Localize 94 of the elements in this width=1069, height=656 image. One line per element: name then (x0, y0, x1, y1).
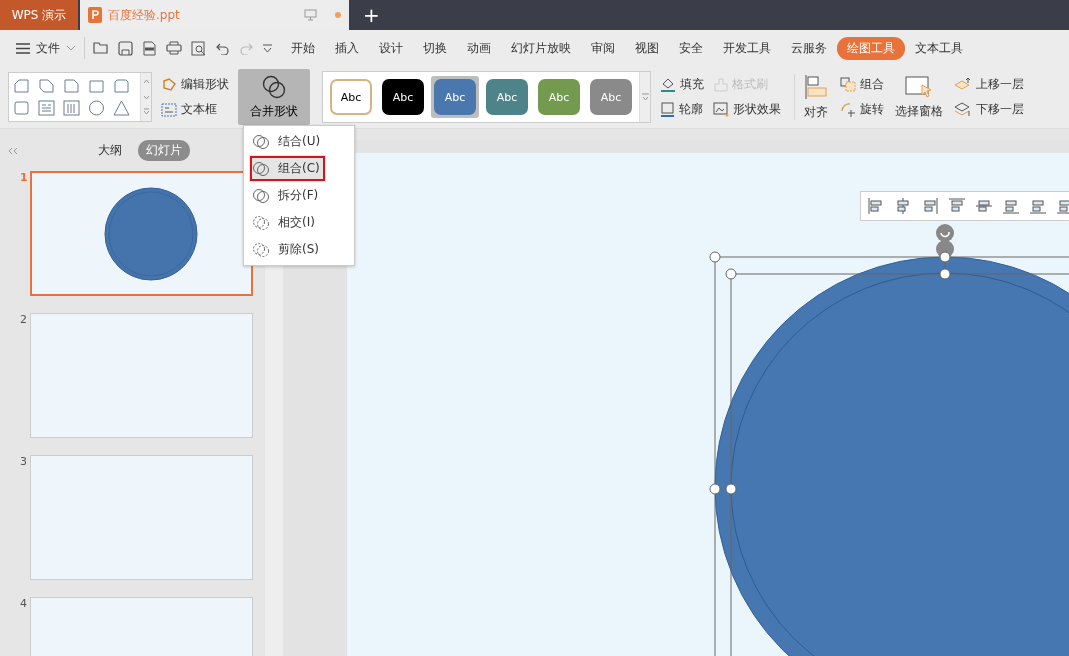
send-backward-button[interactable]: 下移一层 (951, 99, 1027, 120)
ribbon-tab[interactable]: 安全 (669, 36, 713, 60)
shape-icon[interactable] (13, 78, 30, 94)
rotate-icon (840, 102, 856, 117)
open-folder-icon[interactable] (93, 41, 109, 55)
ribbon-tab[interactable]: 开始 (281, 36, 325, 60)
align-icon[interactable] (867, 197, 885, 215)
pdf-export-icon[interactable] (142, 40, 157, 56)
overlapping-circles-icon (261, 74, 287, 99)
menu-item[interactable]: 拆分(F) (244, 182, 354, 209)
rotate-button[interactable]: 旋转 (837, 99, 887, 120)
circle-icon[interactable] (88, 100, 105, 116)
bring-forward-button[interactable]: 上移一层 (951, 74, 1027, 95)
undo-icon[interactable] (216, 41, 230, 55)
resize-handle[interactable] (725, 483, 737, 495)
brush-icon (714, 77, 728, 92)
shape-icon[interactable] (113, 78, 130, 94)
group-icon (840, 77, 856, 92)
image-icon (713, 102, 729, 117)
menu-item[interactable]: 剪除(S) (244, 236, 354, 263)
file-menu-label: 文件 (36, 39, 60, 57)
ribbon-tab[interactable]: 插入 (325, 36, 369, 60)
ribbon-tab[interactable]: 文本工具 (905, 36, 973, 60)
customize-icon[interactable] (262, 43, 273, 53)
selection-pane-button[interactable]: 选择窗格 (893, 74, 945, 120)
slide-number: 2 (20, 313, 24, 328)
menu-item[interactable]: 相交(I) (244, 209, 354, 236)
group-button[interactable]: 组合 (837, 74, 887, 95)
align-icon[interactable] (948, 197, 966, 215)
shape-points-icon (161, 77, 177, 92)
ribbon-tab[interactable]: 开发工具 (713, 36, 781, 60)
view-tab[interactable]: 大纲 (90, 140, 130, 161)
ribbon-tab[interactable]: 云服务 (781, 36, 837, 60)
triangle-icon[interactable] (113, 100, 130, 116)
ribbon-tab[interactable]: 设计 (369, 36, 413, 60)
ribbon-tab[interactable]: 切换 (413, 36, 457, 60)
slide-number: 3 (20, 455, 24, 470)
align-icon[interactable] (975, 197, 993, 215)
dashed-circles-icon (252, 241, 270, 258)
resize-handle[interactable] (939, 268, 951, 280)
text-box-button[interactable]: 文本框 (158, 99, 232, 120)
print-preview-icon[interactable] (191, 40, 207, 56)
more-icon (641, 92, 649, 102)
dashed-circles-icon (252, 214, 270, 231)
outline-button[interactable]: 轮廓 (657, 99, 706, 120)
slide-thumbnail[interactable] (30, 313, 253, 438)
ribbon-tab[interactable]: 审阅 (581, 36, 625, 60)
chevron-down-icon (66, 45, 76, 51)
shape-icon[interactable] (63, 78, 80, 94)
slide-thumbnail[interactable] (30, 171, 253, 296)
align-icon[interactable] (1029, 197, 1047, 215)
resize-handle[interactable] (725, 268, 737, 280)
selection-pane-icon (904, 74, 934, 99)
menu-item[interactable]: 结合(U) (244, 128, 354, 155)
save-icon[interactable] (118, 40, 133, 56)
align-icon[interactable] (1002, 197, 1020, 215)
ribbon-tab[interactable]: 视图 (625, 36, 669, 60)
outline-icon (660, 102, 675, 117)
menu-icon (16, 42, 30, 54)
file-menu[interactable]: 文件 (0, 37, 85, 59)
overlapping-circles-icon (252, 133, 270, 150)
resize-handle[interactable] (709, 251, 721, 263)
merge-shapes-button[interactable]: 合并形状 (238, 69, 310, 125)
ribbon-tab[interactable]: 动画 (457, 36, 501, 60)
align-icon[interactable] (921, 197, 939, 215)
fill-button[interactable]: 填充 (657, 74, 707, 95)
shape-effects-button[interactable]: 形状效果 (710, 99, 784, 120)
double-chevron-icon (8, 146, 18, 155)
shape-icon[interactable] (38, 78, 55, 94)
scroll-arrows-icon (142, 77, 150, 117)
align-button[interactable]: 对齐 (801, 73, 831, 121)
app-tab[interactable]: WPS 演示 (0, 0, 78, 30)
slide-canvas[interactable] (347, 153, 1069, 656)
align-left-icon (803, 73, 829, 100)
collapse-icon[interactable] (8, 146, 18, 155)
document-title: 百度经验.ppt (108, 6, 181, 24)
ribbon-tab[interactable]: 幻灯片放映 (501, 36, 581, 60)
print-icon[interactable] (166, 41, 182, 55)
edit-shape-button[interactable]: 编辑形状 (158, 74, 232, 95)
text-box-icon (161, 102, 177, 117)
overlapping-circles-icon (252, 187, 270, 204)
new-tab-button[interactable]: + (349, 0, 394, 30)
align-icon[interactable] (1056, 197, 1069, 215)
align-icon[interactable] (894, 197, 912, 215)
slide-thumbnail[interactable] (30, 455, 253, 580)
menu-item[interactable]: 组合(C) (249, 155, 326, 182)
presentation-file-icon (88, 7, 102, 23)
paint-bucket-icon (660, 77, 676, 92)
resize-handle[interactable] (939, 251, 951, 263)
overlapping-circles-icon (252, 160, 270, 177)
layer-down-icon (954, 102, 972, 117)
resize-handle[interactable] (709, 483, 721, 495)
layer-up-icon (954, 77, 972, 92)
shape-icon[interactable] (13, 100, 30, 116)
